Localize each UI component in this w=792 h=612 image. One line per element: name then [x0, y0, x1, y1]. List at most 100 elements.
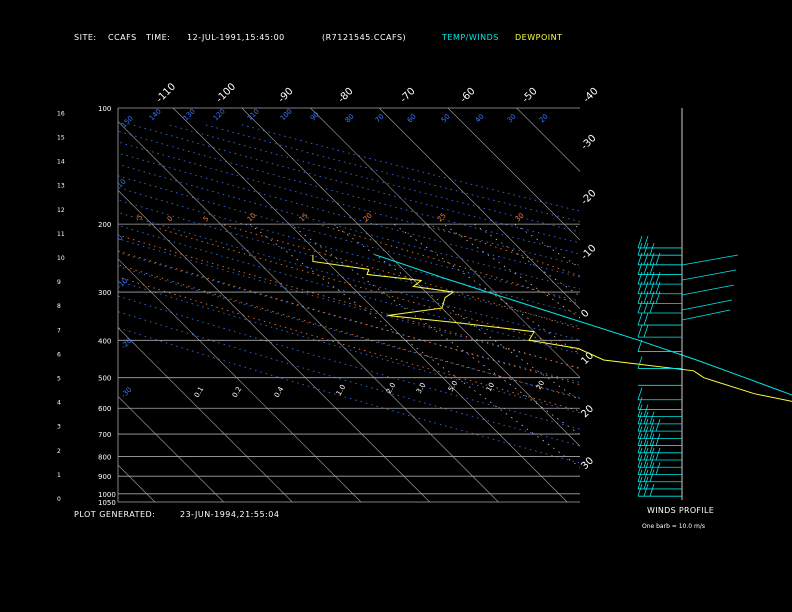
- mixing-ratio-label: 0.4: [273, 385, 286, 399]
- moist-adiabat-line: [221, 223, 580, 330]
- isotherm-line: [118, 121, 499, 502]
- dry-adiabat-line: [202, 123, 580, 222]
- pressure-label: 1000: [98, 491, 116, 499]
- wind-barb-flag: [655, 447, 661, 461]
- dry-adiabat-label: 130: [182, 107, 197, 122]
- pressure-label: 600: [98, 405, 111, 413]
- wind-barb-flag: [637, 312, 643, 326]
- wind-barb-flag: [643, 312, 649, 326]
- moist-adiabat-label: 15: [298, 211, 310, 223]
- isotherm-label-right: -10: [579, 243, 598, 262]
- isotherm-line: [241, 108, 580, 447]
- mixing-ratio-line: [443, 223, 580, 319]
- height-tick-label: 15: [57, 135, 65, 142]
- mixing-ratio-label: 0.1: [193, 385, 205, 399]
- isotherm-label-top: -70: [398, 86, 417, 105]
- wind-barb-flag: [637, 356, 643, 369]
- wind-barb-flag: [655, 252, 661, 265]
- dry-adiabat-label: -20: [120, 337, 134, 351]
- isotherm-label-right: 20: [579, 403, 596, 420]
- isotherm-label-top: -90: [276, 86, 295, 105]
- isotherm-line: [310, 108, 580, 378]
- mixing-ratio-line: [249, 223, 580, 468]
- wind-barb-flag: [655, 418, 661, 432]
- wind-barb-upper: [681, 254, 739, 266]
- moist-adiabat-line: [316, 223, 580, 305]
- winds-profile-note: One barb = 10.0 m/s: [642, 523, 705, 530]
- dry-adiabat-label: 30: [506, 112, 518, 124]
- pressure-label: 700: [98, 431, 111, 439]
- dry-adiabat-label: 10: [116, 177, 128, 189]
- height-tick-label: 14: [57, 159, 65, 166]
- isotherm-label-right: -30: [579, 133, 598, 152]
- wind-barb-upper: [681, 269, 737, 281]
- dry-adiabat-label: 110: [246, 107, 261, 122]
- mixing-ratio-label: 1.0: [335, 383, 347, 397]
- isotherm-label-top: -110: [154, 81, 178, 105]
- wind-barb-flag: [637, 339, 643, 352]
- height-tick-label: 9: [57, 279, 61, 286]
- dry-adiabat-label: 40: [474, 112, 486, 124]
- isotherm-label-top: -60: [458, 86, 477, 105]
- height-tick-label: 5: [57, 376, 61, 383]
- dry-adiabat-label: 120: [212, 107, 227, 122]
- dry-adiabat-label: -30: [120, 386, 134, 400]
- height-tick-label: 8: [57, 303, 61, 310]
- height-tick-label: 0: [57, 496, 61, 503]
- height-tick-label: 10: [57, 255, 65, 262]
- height-tick-label: 7: [57, 327, 61, 334]
- isotherm-label-top: -40: [581, 86, 600, 105]
- dry-adiabat-label: 0: [116, 234, 125, 243]
- pressure-label: 100: [98, 105, 111, 113]
- isotherm-line: [585, 108, 792, 502]
- pressure-label: 500: [98, 375, 111, 383]
- winds-profile-title: WINDS PROFILE: [647, 506, 715, 515]
- moist-adiabat-label: 30: [514, 211, 526, 223]
- isotherm-line: [723, 108, 792, 502]
- wind-barb-flag: [655, 462, 661, 475]
- isotherm-line: [516, 108, 580, 172]
- isotherm-label-top: -80: [336, 86, 355, 105]
- plot-generated-label: PLOT GENERATED:: [74, 510, 156, 519]
- isotherm-label-right: -20: [579, 188, 598, 207]
- mixing-ratio-label: 3.0: [415, 381, 427, 395]
- dry-adiabat-line: [129, 123, 580, 244]
- height-tick-label: 6: [57, 351, 61, 358]
- wind-barb-upper: [681, 284, 735, 296]
- height-tick-label: 12: [57, 207, 65, 214]
- skewt-chart: 1002003004005006007008009001000105001234…: [0, 81, 792, 507]
- moist-adiabat-label: 5: [202, 215, 211, 224]
- moist-adiabat-label: -5: [134, 213, 145, 224]
- height-tick-label: 4: [57, 400, 61, 407]
- dry-adiabat-line: [118, 130, 580, 255]
- moist-adiabat-line: [426, 223, 580, 277]
- wind-barb-flag: [637, 324, 643, 338]
- mixing-ratio-label: 0.2: [231, 385, 243, 399]
- mixing-ratio-label: 2.0: [385, 381, 397, 395]
- dry-adiabat-label: 140: [148, 107, 163, 122]
- dry-adiabat-label: 60: [406, 112, 418, 124]
- height-tick-label: 11: [57, 231, 65, 238]
- isotherm-line: [0, 108, 86, 502]
- moist-adiabat-label: 25: [436, 211, 448, 223]
- isotherm-line: [378, 108, 580, 310]
- wind-barb-flag: [649, 484, 655, 497]
- isotherm-label-top: -100: [214, 81, 238, 105]
- dry-adiabat-label: 90: [309, 110, 321, 122]
- dry-adiabat-label: 100: [279, 107, 294, 122]
- dry-adiabat-line: [165, 123, 580, 233]
- mixing-ratio-label: 5.0: [447, 379, 459, 393]
- dry-adiabat-label: 70: [374, 112, 386, 124]
- wind-barb-flag: [655, 433, 661, 446]
- pressure-label: 800: [98, 453, 111, 461]
- isotherm-line: [118, 464, 156, 502]
- isotherm-label-right: 30: [579, 455, 596, 472]
- height-tick-label: 3: [57, 424, 61, 431]
- dry-adiabat-label: 20: [538, 112, 550, 124]
- isotherm-line: [118, 395, 224, 502]
- isotherm-line: [118, 327, 293, 502]
- dry-adiabat-label: 150: [120, 114, 135, 129]
- wind-barb-upper: [681, 299, 733, 311]
- isotherm-line: [172, 108, 568, 502]
- pressure-label: 200: [98, 221, 111, 229]
